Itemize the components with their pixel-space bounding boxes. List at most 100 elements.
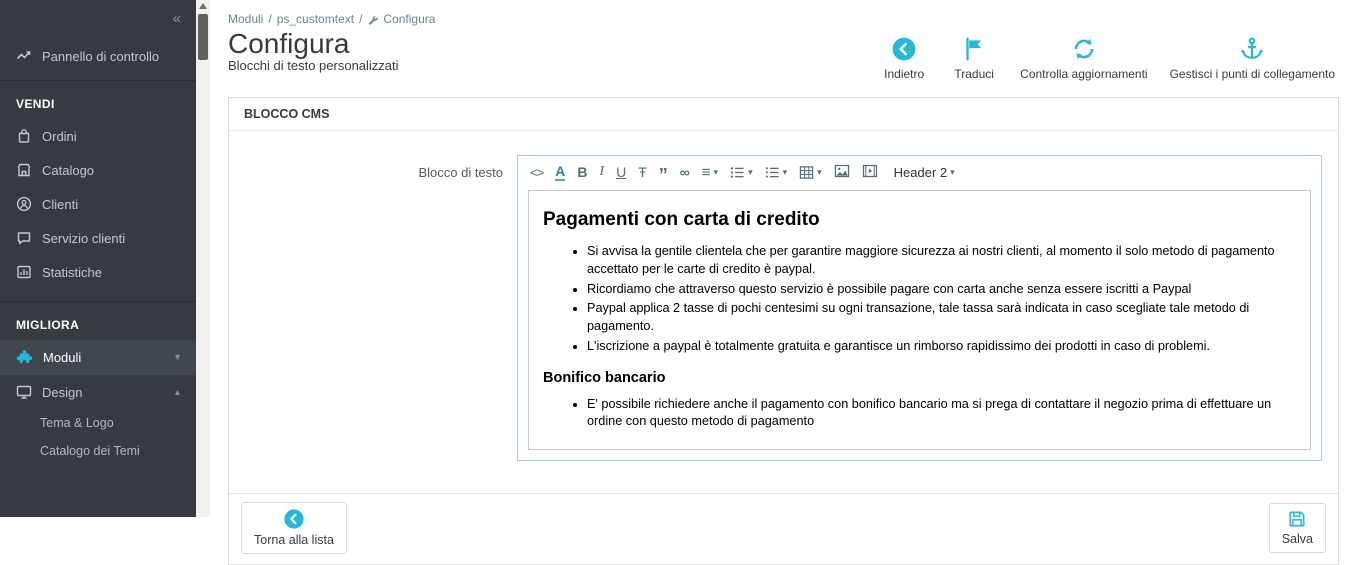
chevron-up-icon: ▴: [174, 386, 180, 398]
sidebar-subitem-theme-logo[interactable]: Tema & Logo: [0, 409, 196, 437]
sidebar-item-modules[interactable]: Moduli ▾: [0, 340, 196, 375]
back-action-button[interactable]: Indietro: [880, 36, 928, 81]
sidebar-item-label: Servizio clienti: [42, 230, 126, 246]
align-dropdown[interactable]: ≡ ▾: [702, 164, 718, 181]
image-button[interactable]: [834, 163, 850, 181]
table-icon: [799, 165, 814, 179]
editor-list-item: E' possibile richiedere anche il pagamen…: [587, 396, 1296, 432]
header-format-value: Header 2: [893, 164, 948, 180]
translate-action-button[interactable]: Traduci: [950, 36, 998, 81]
image-icon: [834, 164, 849, 178]
editor-bullet-list: Si avvisa la gentile clientela che per g…: [587, 243, 1296, 356]
sidebar-item-label: Clienti: [42, 196, 79, 212]
button-label: Salva: [1281, 532, 1313, 547]
action-label: Traduci: [954, 67, 994, 81]
person-circle-icon: [16, 196, 32, 212]
back-circle-icon: [892, 37, 916, 61]
page-subtitle: Blocchi di testo personalizzati: [228, 58, 399, 74]
vertical-scrollbar[interactable]: [196, 0, 210, 517]
manage-hooks-action-button[interactable]: Gestisci i punti di collegamento: [1170, 36, 1335, 81]
sidebar-item-label: Moduli: [43, 350, 82, 365]
action-label: Indietro: [884, 67, 925, 81]
back-circle-icon: [284, 509, 304, 529]
sidebar-collapse-button[interactable]: «: [0, 0, 196, 36]
numbered-list-icon: [765, 166, 779, 177]
sidebar-item-label: Statistiche: [42, 264, 102, 280]
main-content: Moduli / ps_customtext / Configura Confi…: [210, 0, 1349, 565]
editor-toolbar: <> A B I U Ŧ ” ∞ ≡ ▾ ▾ ▾ ▾ Header 2 ▾: [518, 156, 1321, 188]
align-icon: ≡: [701, 163, 711, 181]
scrollbar-thumb[interactable]: [198, 14, 208, 60]
sidebar-item-customers[interactable]: Clienti: [0, 187, 196, 221]
panel-footer: Torna alla lista Salva: [229, 493, 1338, 564]
header-actions: Indietro Traduci Controlla aggiornamenti…: [880, 36, 1335, 81]
caret-down-icon: ▾: [817, 166, 822, 177]
action-label: Gestisci i punti di collegamento: [1169, 67, 1335, 81]
breadcrumb-configure: Configura: [383, 12, 436, 26]
breadcrumb-separator: /: [359, 12, 363, 26]
bullet-list-dropdown[interactable]: ▾: [730, 165, 753, 180]
scrollbar-up-arrow[interactable]: [199, 3, 207, 9]
numbered-list-dropdown[interactable]: ▾: [765, 165, 788, 180]
editor-list-item: Paypal applica 2 tasse di pochi centesim…: [587, 300, 1296, 336]
editor-content-area[interactable]: Pagamenti con carta di credito Si avvisa…: [528, 190, 1311, 451]
bullet-list-icon: [731, 166, 744, 178]
table-dropdown[interactable]: ▾: [799, 165, 822, 180]
sidebar-item-label: Catalogo: [42, 162, 95, 178]
editor-list-item: Si avvisa la gentile clientela che per g…: [587, 243, 1296, 279]
source-code-button[interactable]: <>: [530, 166, 544, 179]
chevron-down-icon: ▾: [174, 352, 180, 363]
video-icon: [862, 164, 877, 178]
cms-block-panel: BLOCCO CMS Blocco di testo <> A B I U Ŧ …: [228, 97, 1339, 565]
save-floppy-icon: [1289, 511, 1305, 527]
sidebar-section-sell: VENDI: [16, 97, 55, 111]
breadcrumb-separator: /: [268, 12, 272, 26]
video-button[interactable]: [862, 163, 878, 181]
caret-down-icon: ▾: [782, 166, 788, 177]
text-block-label: Blocco di testo: [418, 165, 503, 180]
sidebar-item-stats[interactable]: Statistiche: [0, 255, 196, 289]
puzzle-icon: [16, 350, 33, 364]
header-format-dropdown[interactable]: Header 2 ▾: [890, 165, 955, 180]
strikethrough-button[interactable]: Ŧ: [638, 165, 647, 179]
sidebar-item-label: Pannello di controllo: [42, 48, 160, 64]
panel-title: BLOCCO CMS: [229, 98, 1338, 131]
breadcrumb-module-name[interactable]: ps_customtext: [277, 12, 354, 26]
blockquote-button[interactable]: ”: [659, 166, 668, 184]
sidebar-item-dashboard[interactable]: Pannello di controllo: [0, 36, 196, 81]
caret-down-icon: ▾: [950, 166, 955, 177]
check-updates-action-button[interactable]: Controlla aggiornamenti: [1020, 36, 1148, 81]
refresh-icon: [1074, 38, 1094, 60]
breadcrumb-modules[interactable]: Moduli: [228, 12, 263, 26]
collapse-icon: «: [172, 9, 181, 27]
page-title-block: Configura Blocchi di testo personalizzat…: [228, 26, 399, 73]
rich-text-editor: <> A B I U Ŧ ” ∞ ≡ ▾ ▾ ▾ ▾ Header 2 ▾ Pa…: [517, 155, 1322, 462]
caret-down-icon: ▾: [748, 166, 753, 177]
action-label: Controlla aggiornamenti: [1020, 67, 1148, 81]
link-button[interactable]: ∞: [680, 165, 690, 179]
text-block-form-row: Blocco di testo <> A B I U Ŧ ” ∞ ≡ ▾ ▾ ▾…: [229, 131, 1338, 479]
sidebar-subitem-theme-catalog[interactable]: Catalogo dei Temi: [0, 437, 196, 465]
trending-up-icon: [16, 51, 31, 60]
save-button[interactable]: Salva: [1268, 503, 1326, 554]
sidebar-item-customer-service[interactable]: Servizio clienti: [0, 221, 196, 255]
sidebar-item-label: Ordini: [42, 128, 77, 144]
font-color-button[interactable]: A: [555, 164, 566, 181]
sidebar-section-improve: MIGLIORA: [16, 318, 80, 332]
flag-icon: [966, 37, 982, 61]
bold-button[interactable]: B: [577, 165, 587, 179]
underline-button[interactable]: U: [616, 165, 626, 179]
page-title: Configura: [228, 28, 350, 59]
sidebar-item-design[interactable]: Design ▴: [0, 375, 196, 409]
wrench-icon: [369, 15, 379, 25]
sidebar-item-catalog[interactable]: Catalogo: [0, 153, 196, 187]
back-to-list-button[interactable]: Torna alla lista: [241, 502, 347, 555]
orders-bag-icon: [18, 129, 30, 143]
bar-chart-icon: [17, 265, 31, 279]
sidebar-item-orders[interactable]: Ordini: [0, 119, 196, 153]
breadcrumb: Moduli / ps_customtext / Configura: [210, 0, 1349, 26]
monitor-icon: [16, 385, 32, 399]
italic-button[interactable]: I: [599, 165, 604, 179]
anchor-icon: [1241, 37, 1264, 59]
editor-subheading: Bonifico bancario: [543, 369, 666, 386]
